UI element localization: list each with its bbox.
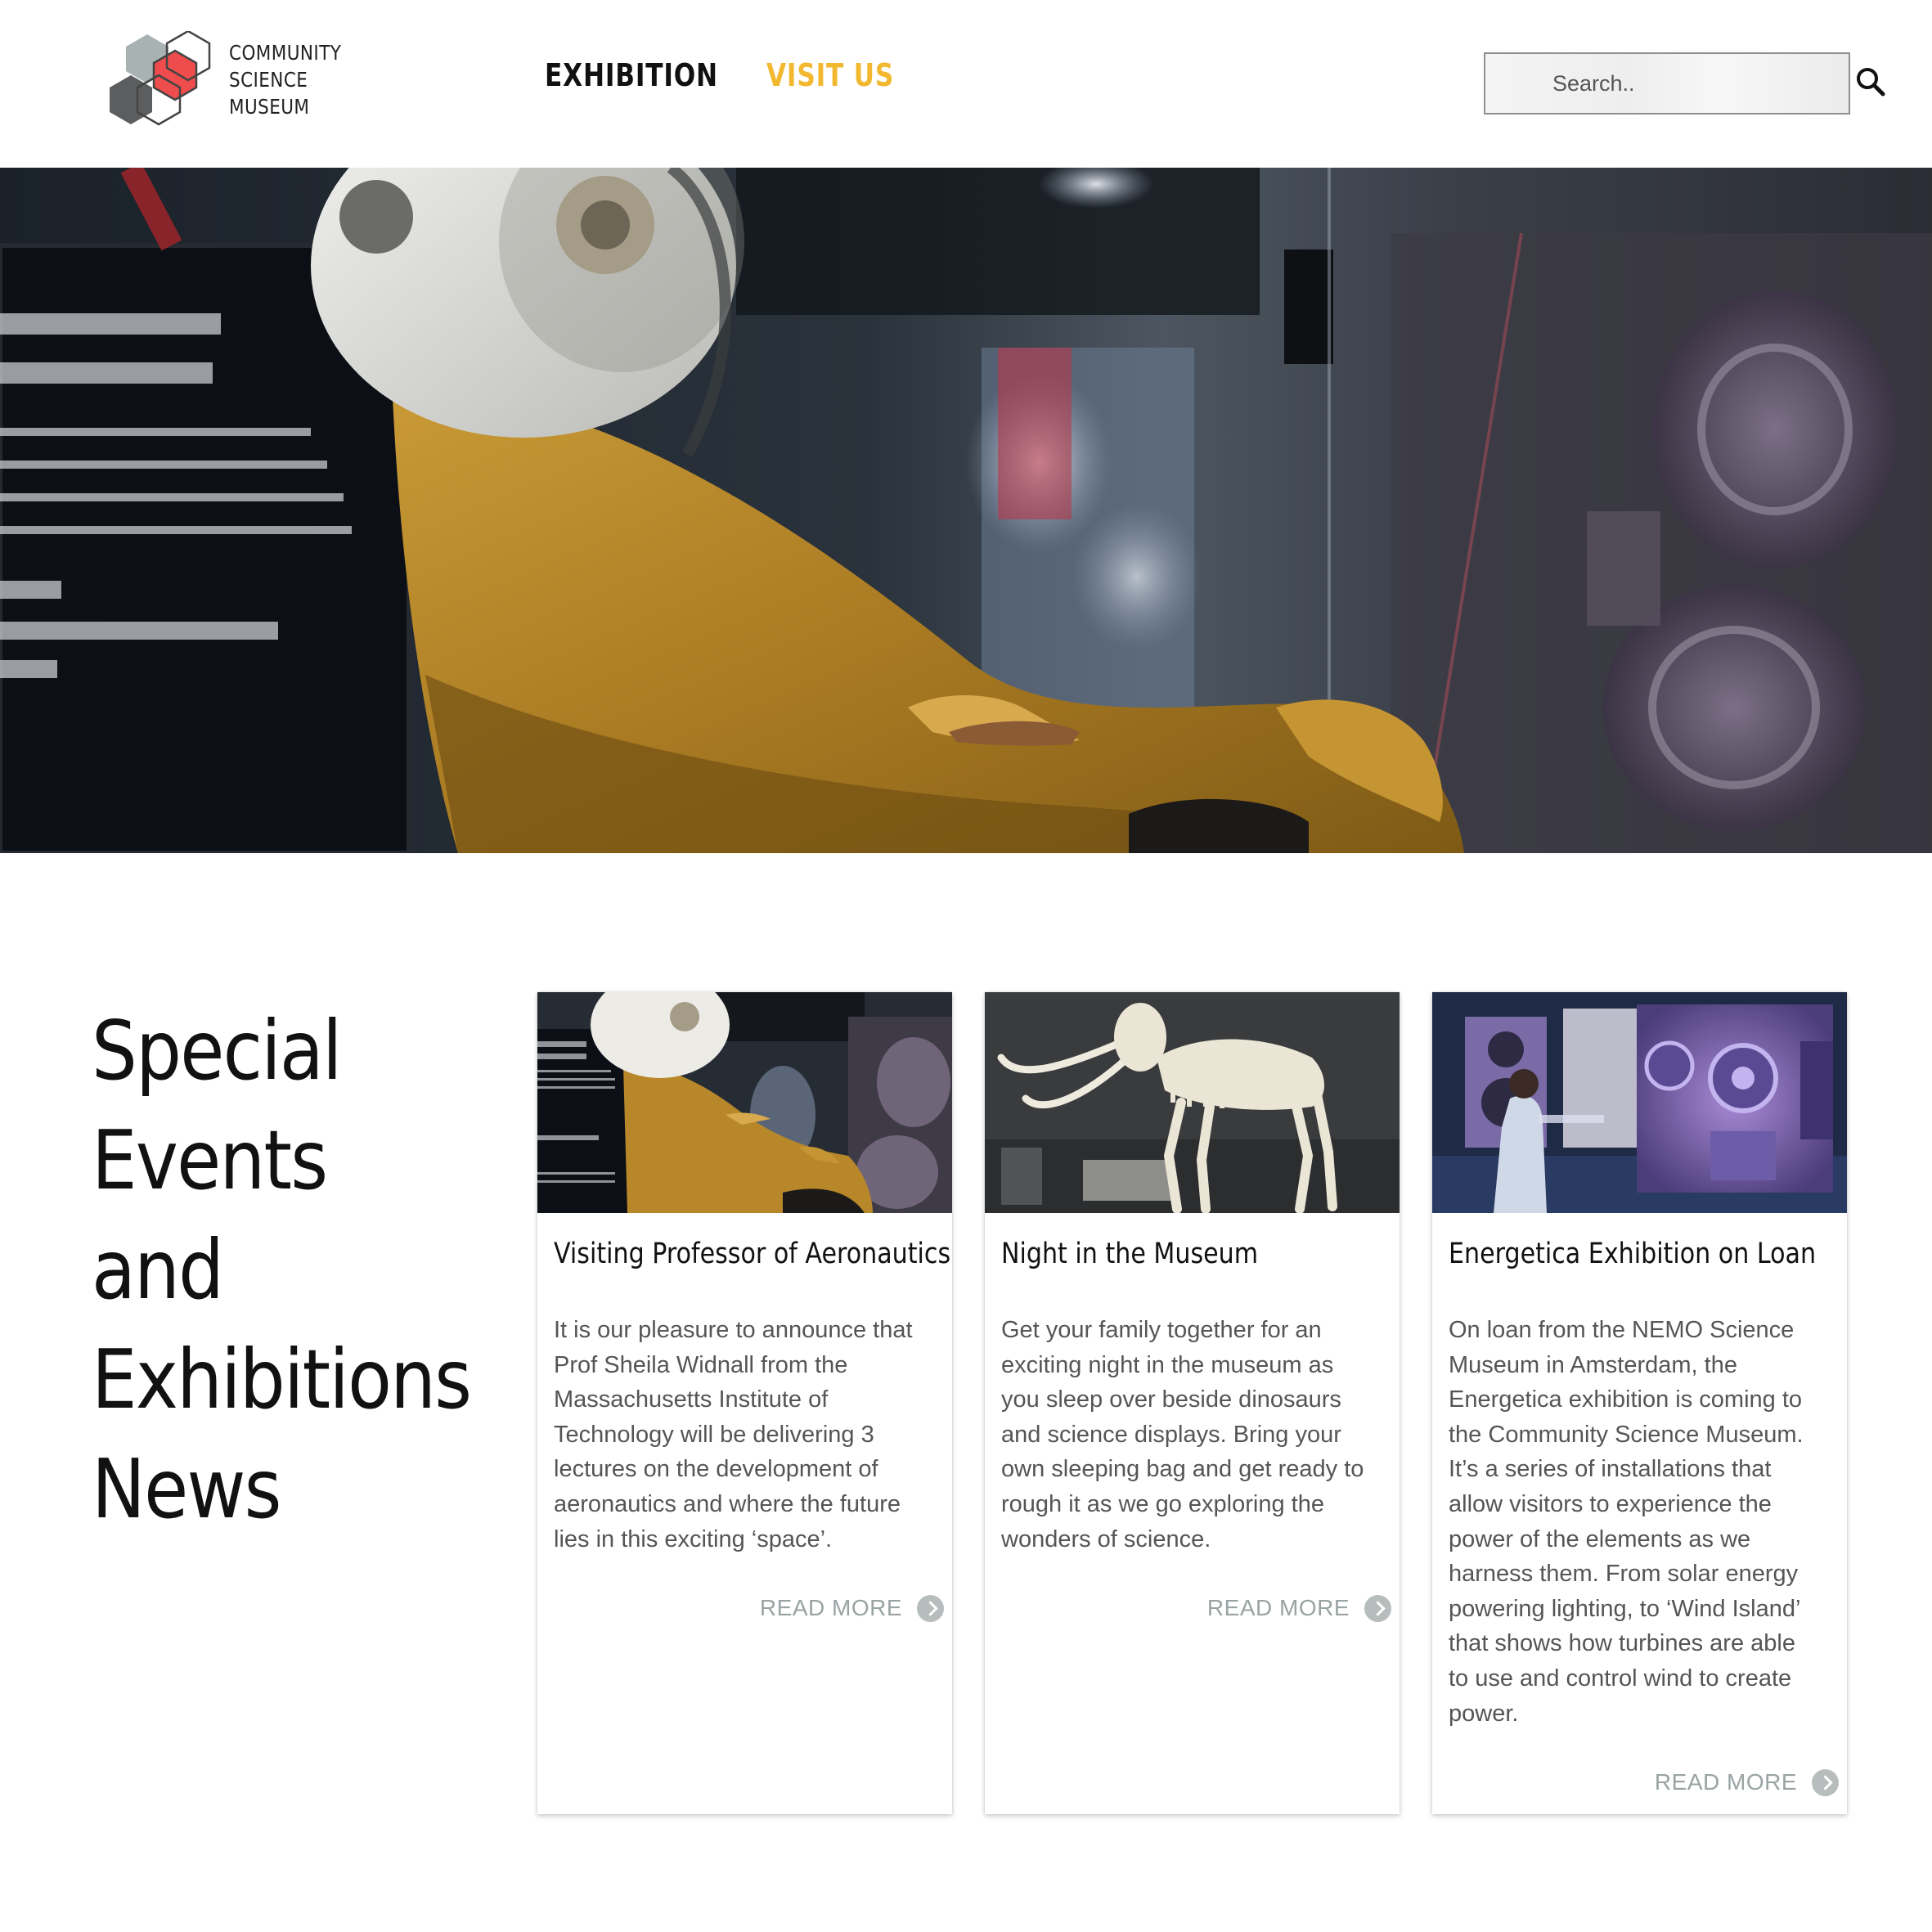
card-text-line: It’s a series of installations that	[1449, 1456, 1772, 1483]
search-icon[interactable]	[1854, 65, 1887, 98]
section-title-line-1: Special	[92, 1003, 343, 1099]
read-more-link[interactable]: READ MORE	[1207, 1592, 1391, 1624]
hexagon-logo-icon	[110, 31, 211, 126]
card-text-line: Get your family together for an	[1001, 1317, 1322, 1343]
card-title[interactable]: Night in the Museum	[1001, 1238, 1332, 1270]
read-more-label: READ MORE	[1206, 1595, 1350, 1620]
card-description: Get your family together for an exciting…	[1001, 1313, 1386, 1557]
search-input[interactable]	[1484, 52, 1850, 115]
card-title[interactable]: Visiting Professor of Aeronautics	[554, 1238, 950, 1270]
card-text-line: wonders of science.	[1001, 1525, 1211, 1552]
news-card-night-museum[interactable]: Night in the Museum Get your family toge…	[985, 992, 1400, 1814]
card-text-line: rough it as we go exploring the	[1001, 1490, 1324, 1517]
card-text-line: Technology will be delivering 3	[554, 1421, 874, 1448]
read-more-link[interactable]: READ MORE	[1655, 1766, 1839, 1799]
card-description: It is our pleasure to announce that Prof…	[554, 1313, 938, 1557]
card-text-line: that shows how turbines are able	[1449, 1630, 1795, 1657]
card-text-line: Prof Sheila Widnall from the	[554, 1351, 848, 1378]
card-text-line: to use and control wind to create	[1449, 1665, 1792, 1692]
site-header: COMMUNITY SCIENCE MUSEUM EXHIBITION VISI…	[0, 0, 1932, 168]
read-more-label: READ MORE	[1654, 1769, 1797, 1795]
section-title-line-2: Events and	[92, 1112, 328, 1318]
section-title-line-4: News	[92, 1441, 282, 1537]
card-image-mammoth-skeleton	[985, 992, 1400, 1213]
card-text-line: power of the elements as we	[1449, 1525, 1751, 1552]
card-image-astronaut	[537, 992, 952, 1213]
card-description: On loan from the NEMO Science Museum in …	[1449, 1313, 1833, 1731]
card-text-line: you sleep over beside dinosaurs	[1001, 1386, 1341, 1413]
card-text-line: own sleeping bag and get ready to	[1001, 1456, 1364, 1483]
card-text-line: harness them. From solar energy	[1449, 1561, 1799, 1588]
hero-image-astronaut	[0, 168, 1932, 853]
card-text-line: the Community Science Museum.	[1449, 1421, 1804, 1448]
logo-wordmark: COMMUNITY SCIENCE MUSEUM	[229, 39, 341, 120]
chevron-right-circle-icon	[1812, 1768, 1839, 1796]
card-image-energetica-machine	[1432, 992, 1847, 1213]
card-title[interactable]: Energetica Exhibition on Loan	[1449, 1238, 1816, 1270]
chevron-right-circle-icon	[917, 1594, 944, 1622]
chevron-right-circle-icon	[1364, 1594, 1391, 1622]
news-card-energetica[interactable]: Energetica Exhibition on Loan On loan fr…	[1432, 992, 1847, 1814]
museum-logo[interactable]: COMMUNITY SCIENCE MUSEUM	[106, 31, 352, 128]
card-text-line: powering lighting, to ‘Wind Island’	[1449, 1595, 1801, 1622]
card-text-line: exciting night in the museum as	[1001, 1351, 1334, 1378]
card-text-line: power.	[1449, 1700, 1519, 1727]
card-text-line: and science displays. Bring your	[1001, 1421, 1341, 1448]
read-more-link[interactable]: READ MORE	[760, 1592, 944, 1624]
logo-line-3: MUSEUM	[229, 95, 310, 119]
card-text-line: It is our pleasure to announce that	[554, 1317, 913, 1343]
nav-exhibition[interactable]: EXHIBITION	[545, 57, 718, 98]
card-text-line: allow visitors to experience the	[1449, 1490, 1772, 1517]
card-text-line: lectures on the development of	[554, 1456, 878, 1483]
card-text-line: Museum in Amsterdam, the	[1449, 1351, 1737, 1378]
card-text-line: lies in this exciting ‘space’.	[554, 1525, 833, 1552]
card-text-line: Energetica exhibition is coming to	[1449, 1386, 1803, 1413]
logo-line-2: SCIENCE	[229, 68, 308, 92]
section-title-line-3: Exhibitions	[92, 1332, 472, 1427]
card-text-line: On loan from the NEMO Science	[1449, 1317, 1795, 1343]
logo-line-1: COMMUNITY	[229, 41, 342, 65]
read-more-label: READ MORE	[759, 1595, 902, 1620]
card-text-line: aeronautics and where the future	[554, 1490, 901, 1517]
news-card-aeronautics[interactable]: Visiting Professor of Aeronautics It is …	[537, 992, 952, 1814]
section-title: Special Events and Exhibitions News	[92, 996, 472, 1544]
card-text-line: Massachusetts Institute of	[554, 1386, 829, 1413]
nav-visit-us[interactable]: VISIT US	[766, 57, 894, 98]
